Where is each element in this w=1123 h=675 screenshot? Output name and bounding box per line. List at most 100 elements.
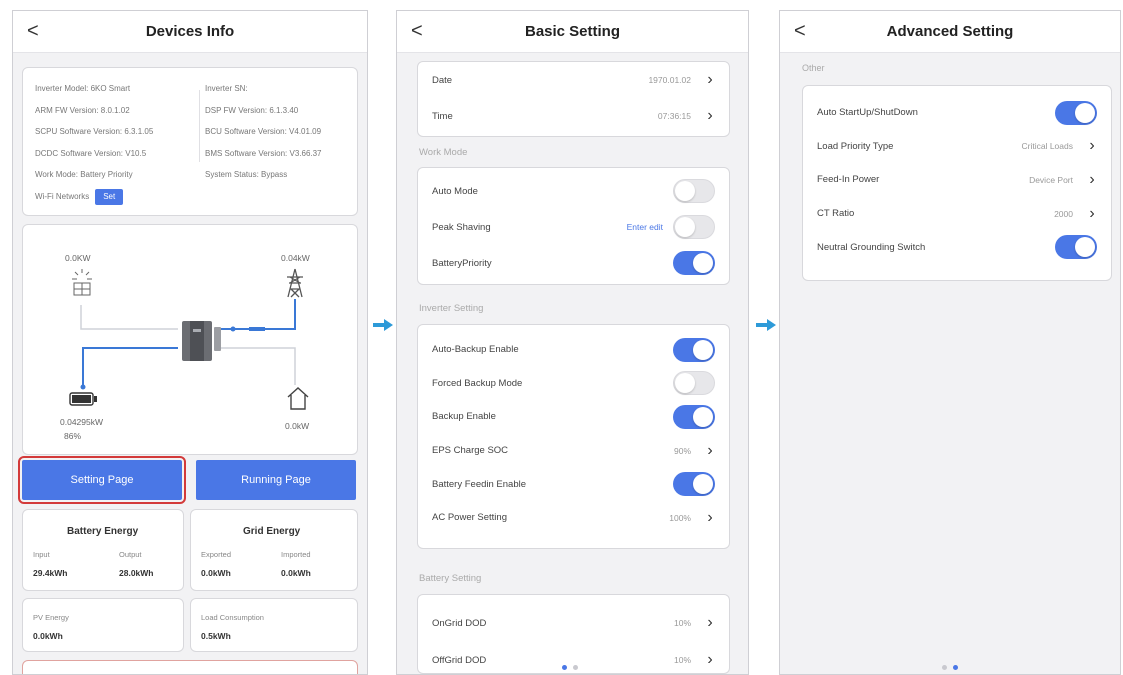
ongrid-dod-value: 10% xyxy=(673,618,691,628)
forced-backup-row: Forced Backup Mode xyxy=(418,367,729,401)
ongrid-dod-row[interactable]: OnGrid DOD 10% › xyxy=(418,603,729,643)
wifi-label: Wi-Fi Networks xyxy=(35,191,90,201)
battery-priority-toggle[interactable] xyxy=(673,251,715,275)
pv-power-value: 0.0KW xyxy=(65,253,91,263)
battery-priority-label: BatteryPriority xyxy=(432,257,492,269)
device-info-right: Inverter SN: DSP FW Version: 6.1.3.40 BC… xyxy=(205,78,322,186)
page-dot-active xyxy=(562,665,567,670)
header: < Devices Info xyxy=(13,11,367,53)
neutral-grounding-label: Neutral Grounding Switch xyxy=(817,241,926,253)
back-button[interactable]: < xyxy=(27,20,39,43)
page-title: Basic Setting xyxy=(524,23,621,40)
battery-input-value: 29.4kWh xyxy=(33,568,68,578)
other-section-title: Other xyxy=(802,63,825,73)
chevron-right-icon: › xyxy=(707,441,713,459)
forced-backup-label: Forced Backup Mode xyxy=(432,377,523,389)
grid-exported-value: 0.0kWh xyxy=(201,568,231,578)
arm-fw-version: ARM FW Version: 8.0.1.02 xyxy=(35,105,130,115)
battery-input-label: Input xyxy=(33,550,50,559)
house-icon xyxy=(287,387,309,410)
divider xyxy=(199,90,200,162)
auto-mode-label: Auto Mode xyxy=(432,185,478,197)
other-setting-card: Auto StartUp/ShutDown Load Priority Type… xyxy=(802,85,1112,281)
grid-tower-icon xyxy=(287,268,303,298)
header: < Advanced Setting xyxy=(780,11,1120,53)
neutral-grounding-row: Neutral Grounding Switch xyxy=(803,230,1111,264)
grid-imported-value: 0.0kWh xyxy=(281,568,311,578)
ac-power-setting-value: 100% xyxy=(669,512,691,523)
feed-in-power-value: Device Port xyxy=(1029,174,1073,185)
ct-ratio-row[interactable]: CT Ratio 2000 › xyxy=(803,197,1111,231)
offgrid-dod-value: 10% xyxy=(673,655,691,665)
battery-soc-value: 86% xyxy=(64,431,82,441)
grid-energy-card: Grid Energy Exported Imported 0.0kWh 0.0… xyxy=(190,509,358,591)
advanced-setting-screen: < Advanced Setting Other Auto StartUp/Sh… xyxy=(779,10,1121,675)
ct-ratio-label: CT Ratio xyxy=(817,208,855,220)
battery-energy-card: Battery Energy Input Output 29.4kWh 28.0… xyxy=(22,509,184,591)
header: < Basic Setting xyxy=(397,11,748,53)
date-label: Date xyxy=(432,74,453,86)
auto-mode-row: Auto Mode xyxy=(418,173,729,209)
offgrid-dod-label: OffGrid DOD xyxy=(432,654,487,666)
inverter-icon xyxy=(182,321,221,361)
peak-shaving-edit-link[interactable]: Enter edit xyxy=(627,222,663,232)
feed-in-power-label: Feed-In Power xyxy=(817,174,880,186)
pv-energy-card: PV Energy 0.0kWh xyxy=(22,598,184,652)
time-label: Time xyxy=(432,110,453,122)
backup-enable-toggle[interactable] xyxy=(673,404,715,429)
energy-flow-diagram: 0.0KW 0.04kW 0.04295kW 86% 0.0kW xyxy=(22,224,358,455)
chevron-right-icon: › xyxy=(1089,204,1095,222)
page-dot xyxy=(573,665,578,670)
inverter-section-title: Inverter Setting xyxy=(419,303,484,314)
back-button[interactable]: < xyxy=(794,20,806,43)
date-row[interactable]: Date 1970.01.02 › xyxy=(418,62,729,98)
stage: < Devices Info Inverter Model: 6KO Smart… xyxy=(0,0,1123,675)
auto-backup-toggle[interactable] xyxy=(673,337,715,362)
solar-panel-icon xyxy=(72,269,92,296)
peak-shaving-toggle[interactable] xyxy=(673,215,715,239)
auto-mode-toggle[interactable] xyxy=(673,179,715,203)
battery-feedin-toggle[interactable] xyxy=(673,472,715,497)
eps-charge-soc-value: 90% xyxy=(673,445,691,456)
battery-feedin-label: Battery Feedin Enable xyxy=(432,478,527,490)
auto-startup-toggle[interactable] xyxy=(1055,100,1097,125)
feed-in-power-row[interactable]: Feed-In Power Device Port › xyxy=(803,163,1111,197)
chevron-right-icon: › xyxy=(707,107,713,124)
work-mode-section-title: Work Mode xyxy=(419,147,468,158)
battery-power-value: 0.04295kW xyxy=(60,417,103,427)
dsp-fw-version: DSP FW Version: 6.1.3.40 xyxy=(205,105,299,115)
auto-startup-label: Auto StartUp/ShutDown xyxy=(817,107,918,119)
dcdc-software-version: DCDC Software Version: V10.5 xyxy=(35,148,147,158)
chevron-right-icon: › xyxy=(707,71,713,88)
page-title: Advanced Setting xyxy=(886,23,1014,40)
time-row[interactable]: Time 07:36:15 › xyxy=(418,98,729,134)
forced-backup-toggle[interactable] xyxy=(673,371,715,396)
load-consumption-value: 0.5kWh xyxy=(201,631,231,641)
wifi-set-button[interactable]: Set xyxy=(95,188,124,205)
setting-page-button[interactable]: Setting Page xyxy=(18,456,186,504)
eps-charge-soc-label: EPS Charge SOC xyxy=(432,445,509,457)
neutral-grounding-toggle[interactable] xyxy=(1055,235,1097,260)
eps-charge-soc-row[interactable]: EPS Charge SOC 90% › xyxy=(418,434,729,468)
load-priority-row[interactable]: Load Priority Type Critical Loads › xyxy=(803,130,1111,164)
battery-section-title: Battery Setting xyxy=(419,573,482,584)
chevron-right-icon: › xyxy=(707,651,713,668)
bcu-software-version: BCU Software Version: V4.01.09 xyxy=(205,127,322,136)
running-page-button[interactable]: Running Page xyxy=(196,460,356,500)
work-mode: Work Mode: Battery Priority xyxy=(35,170,133,179)
chevron-right-icon: › xyxy=(1089,170,1095,188)
page-indicator xyxy=(942,665,958,670)
battery-energy-title: Battery Energy xyxy=(67,526,139,537)
battery-output-value: 28.0kWh xyxy=(119,568,154,578)
back-button[interactable]: < xyxy=(411,20,423,43)
load-consumption-label: Load Consumption xyxy=(201,613,264,622)
inverter-sn: Inverter SN: xyxy=(205,84,248,93)
battery-priority-row: BatteryPriority xyxy=(418,245,729,281)
peak-shaving-label: Peak Shaving xyxy=(432,221,491,233)
ac-power-setting-row[interactable]: AC Power Setting 100% › xyxy=(418,501,729,535)
page-title: Devices Info xyxy=(145,23,235,40)
devices-info-screen: < Devices Info Inverter Model: 6KO Smart… xyxy=(12,10,368,675)
load-power-value: 0.0kW xyxy=(285,421,310,431)
ongrid-dod-label: OnGrid DOD xyxy=(432,617,487,629)
battery-feedin-row: Battery Feedin Enable xyxy=(418,467,729,501)
